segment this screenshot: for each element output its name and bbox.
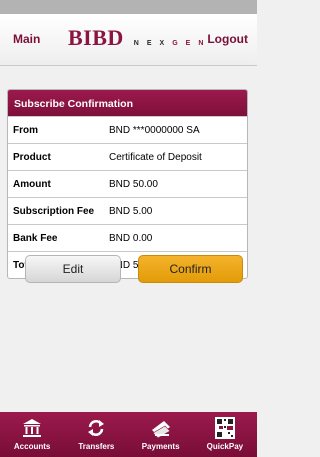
row-label: Amount <box>13 178 51 190</box>
logo-letter: E <box>146 40 152 47</box>
logo-letter: X <box>159 40 165 47</box>
detail-row-subscription-fee: Subscription Fee BND 5.00 <box>8 197 247 224</box>
detail-row-amount: Amount BND 50.00 <box>8 170 247 197</box>
subscribe-confirmation-card: Subscribe Confirmation From BND ***00000… <box>7 89 248 279</box>
app-header: Main BIBD N E X G E N Logout <box>0 14 257 66</box>
tab-payments[interactable]: Payments <box>129 412 193 457</box>
tab-label: Transfers <box>78 442 115 451</box>
confirm-button[interactable]: Confirm <box>138 255 243 283</box>
tab-label: Accounts <box>13 442 51 451</box>
edit-button[interactable]: Edit <box>25 255 121 283</box>
logo-nexgen-text: N E X G E N <box>134 40 204 47</box>
tab-label: Payments <box>141 442 180 451</box>
row-label: Product <box>13 151 51 163</box>
logo-letter: E <box>185 40 191 47</box>
status-bar <box>0 0 257 14</box>
bibd-nexgen-logo: BIBD N E X G E N <box>68 25 203 51</box>
logo-brand-text: BIBD <box>68 25 124 50</box>
logout-button[interactable]: Logout <box>207 32 248 46</box>
row-value: Certificate of Deposit <box>109 151 202 163</box>
logo-letter: N <box>133 40 139 47</box>
transfer-arrows-icon <box>86 417 106 439</box>
tab-accounts[interactable]: Accounts <box>0 412 64 457</box>
detail-row-from: From BND ***0000000 SA <box>8 116 247 143</box>
tab-label: QuickPay <box>206 442 244 451</box>
row-label: Subscription Fee <box>13 205 95 217</box>
tab-transfers[interactable]: Transfers <box>64 412 128 457</box>
detail-row-bank-fee: Bank Fee BND 0.00 <box>8 224 247 251</box>
qr-code-icon <box>214 417 235 439</box>
row-label: From <box>13 124 38 136</box>
logo-letter: N <box>198 40 204 47</box>
bottom-tab-bar: Accounts Transfers Payments QuickPay <box>0 412 257 457</box>
bank-icon <box>22 417 42 439</box>
row-value: BND ***0000000 SA <box>109 124 200 136</box>
row-label: Bank Fee <box>13 232 58 244</box>
logo-letter: G <box>172 40 178 47</box>
card-title: Subscribe Confirmation <box>8 90 247 116</box>
row-value: BND 50.00 <box>109 178 158 190</box>
detail-row-product: Product Certificate of Deposit <box>8 143 247 170</box>
row-value: BND 5.00 <box>109 205 153 217</box>
main-button[interactable]: Main <box>13 32 40 46</box>
tab-quickpay[interactable]: QuickPay <box>193 412 257 457</box>
cash-icon <box>150 417 172 439</box>
row-value: BND 0.00 <box>109 232 153 244</box>
